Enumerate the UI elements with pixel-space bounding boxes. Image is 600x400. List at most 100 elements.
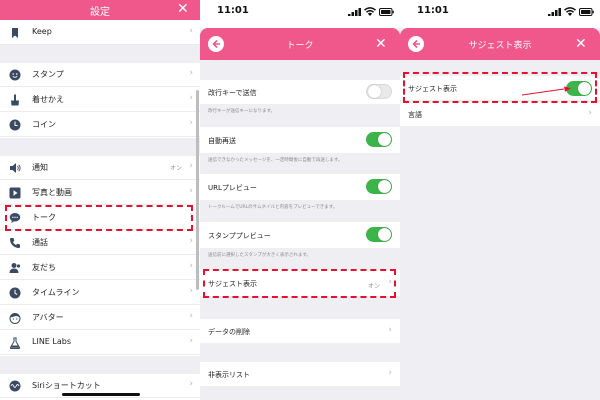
status-time: 11:01 — [417, 5, 449, 16]
avatar-face-icon — [9, 313, 21, 324]
suggest-header: サジェスト表示 ✕ — [400, 28, 600, 60]
settings-header: 設定 ✕ — [0, 0, 200, 20]
settings-item-label: コイン — [32, 120, 56, 129]
settings-item-label: 着せかえ — [32, 95, 64, 104]
setting-language[interactable]: 言語 › — [400, 102, 600, 126]
settings-item-label: Siriショートカット — [32, 381, 101, 390]
close-icon[interactable]: ✕ — [575, 37, 587, 51]
settings-item-timeline[interactable]: タイムライン › — [0, 281, 200, 305]
chevron-right-icon: › — [189, 379, 193, 389]
suggest-settings-panel: 11:01 サジェスト表示 ✕ サジェスト表示 言語 › — [400, 0, 600, 400]
chevron-right-icon: › — [189, 161, 193, 171]
chevron-right-icon: › — [189, 286, 193, 296]
settings-panel: 設定 ✕ Keep › スタンプ › 着せかえ › コイン › 通知 オン › … — [0, 0, 200, 400]
setting-label: スタンププレビュー — [208, 232, 271, 240]
setting-label: 非表示リスト — [208, 371, 250, 379]
home-indicator — [62, 393, 140, 396]
setting-label: URLプレビュー — [208, 184, 257, 192]
setting-description: トークルームでURLのサムネイルと内容をプレビューできます。 — [208, 205, 338, 210]
person-icon — [9, 263, 21, 273]
status-time: 11:01 — [217, 5, 249, 16]
chevron-right-icon: › — [189, 26, 193, 36]
settings-item-keep[interactable]: Keep › — [0, 21, 200, 45]
close-icon[interactable]: ✕ — [177, 2, 189, 16]
status-bar: 11:01 — [200, 0, 400, 28]
settings-item-calls[interactable]: 通話 › — [0, 231, 200, 255]
enter-to-send-toggle[interactable] — [366, 84, 392, 99]
close-icon[interactable]: ✕ — [375, 37, 387, 51]
settings-item-coin[interactable]: コイン › — [0, 113, 200, 137]
settings-item-label: 友だち — [32, 263, 56, 272]
highlight-suggest-toggle-box — [403, 72, 597, 103]
chevron-right-icon: › — [189, 336, 193, 346]
chevron-right-icon: › — [189, 68, 193, 78]
url-preview-toggle[interactable] — [366, 179, 392, 194]
chevron-right-icon: › — [189, 311, 193, 321]
setting-label: 自動再送 — [208, 137, 236, 145]
chevron-right-icon: › — [388, 368, 392, 378]
settings-item-friends[interactable]: 友だち › — [0, 256, 200, 280]
chevron-right-icon: › — [189, 93, 193, 103]
settings-item-sticker[interactable]: スタンプ › — [0, 63, 200, 87]
settings-item-label: タイムライン — [32, 288, 80, 297]
chevron-right-icon: › — [189, 236, 193, 246]
page-title: 設定 — [90, 7, 110, 18]
brush-icon — [11, 94, 19, 106]
setting-label: 改行キーで送信 — [208, 89, 257, 97]
setting-data-delete[interactable]: データの削除 › — [200, 319, 400, 343]
settings-item-label: Keep — [32, 27, 52, 36]
chevron-right-icon: › — [588, 108, 592, 118]
wifi-icon — [364, 7, 376, 16]
settings-item-line-labs[interactable]: LINE Labs › — [0, 331, 200, 355]
setting-hidden-list[interactable]: 非表示リスト › — [200, 362, 400, 386]
setting-url-preview: URLプレビュー — [200, 174, 400, 200]
sticker-preview-toggle[interactable] — [366, 227, 392, 242]
settings-item-label: LINE Labs — [32, 337, 72, 346]
settings-item-label: 通話 — [32, 238, 48, 247]
chevron-right-icon: › — [189, 118, 193, 128]
highlight-talk-box — [5, 205, 193, 231]
talk-settings-panel: 11:01 トーク ✕ 改行キーで送信 改行キーが送信キーになります。 自動再送… — [200, 0, 400, 400]
play-icon — [9, 187, 21, 199]
settings-item-label: 写真と動画 — [32, 188, 72, 197]
settings-item-label: スタンプ — [32, 70, 64, 79]
chevron-right-icon: › — [388, 325, 392, 335]
battery-icon — [379, 8, 394, 16]
battery-icon — [579, 8, 594, 16]
setting-label: 言語 — [408, 111, 422, 119]
cellular-signal-icon — [348, 8, 361, 16]
coin-icon — [9, 119, 21, 131]
setting-sticker-preview: スタンププレビュー — [200, 222, 400, 248]
page-title: サジェスト表示 — [468, 41, 532, 51]
setting-auto-resend: 自動再送 — [200, 127, 400, 153]
settings-item-notifications[interactable]: 通知 オン › — [0, 156, 200, 180]
settings-item-photos-videos[interactable]: 写真と動画 › — [0, 181, 200, 205]
section-divider — [0, 356, 200, 374]
setting-description: 改行キーが送信キーになります。 — [208, 109, 276, 114]
clock-icon — [9, 287, 21, 299]
setting-description: 送信前に選択したスタンプが大きく表示されます。 — [208, 253, 311, 258]
section-divider — [0, 45, 200, 63]
setting-label: データの削除 — [208, 328, 250, 336]
talk-header: トーク ✕ — [200, 28, 400, 60]
status-bar: 11:01 — [400, 0, 600, 28]
settings-item-avatar[interactable]: アバター › — [0, 306, 200, 330]
smiley-icon — [9, 69, 21, 81]
bookmark-icon — [12, 28, 18, 38]
settings-item-theme[interactable]: 着せかえ › — [0, 88, 200, 112]
chevron-right-icon: › — [189, 186, 193, 196]
settings-item-label: 通知 — [32, 163, 48, 172]
scrollbar[interactable] — [196, 90, 199, 290]
flask-icon — [9, 337, 21, 349]
cellular-signal-icon — [548, 8, 561, 16]
chevron-right-icon: › — [189, 261, 193, 271]
auto-resend-toggle[interactable] — [366, 132, 392, 147]
speaker-icon — [10, 163, 21, 173]
highlight-suggest-box — [203, 269, 396, 298]
settings-item-label: アバター — [32, 313, 64, 322]
section-divider — [0, 138, 200, 156]
notification-status: オン — [169, 165, 182, 172]
siri-icon — [9, 380, 21, 392]
setting-enter-to-send: 改行キーで送信 — [200, 80, 400, 104]
phone-icon — [10, 238, 20, 248]
